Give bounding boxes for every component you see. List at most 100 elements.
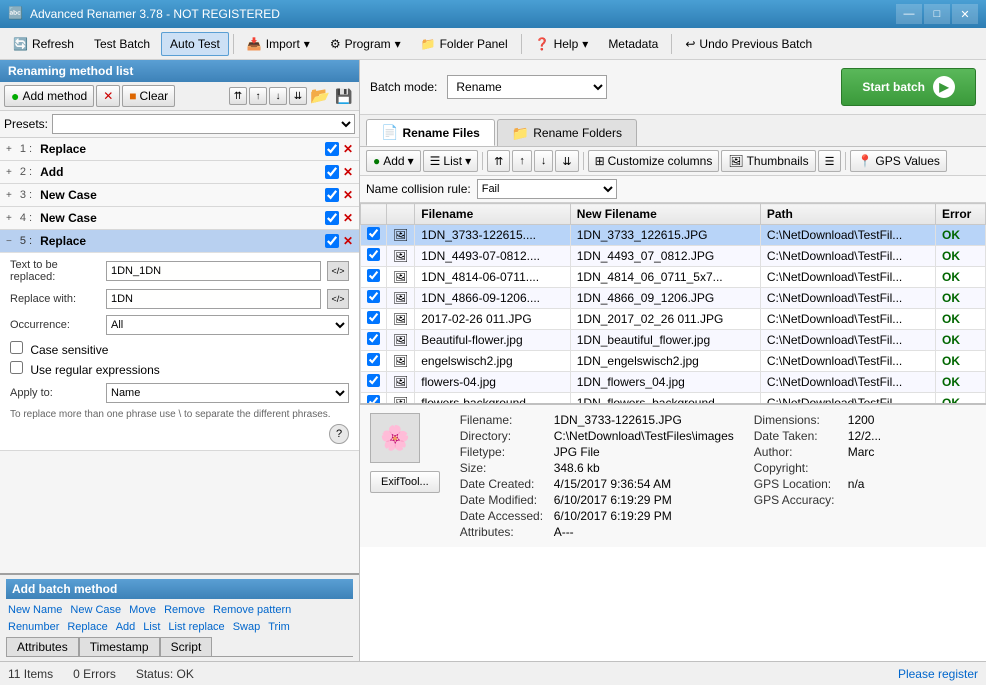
list-replace-link[interactable]: List replace	[166, 620, 226, 634]
help-button[interactable]: ❓ Help ▾	[526, 32, 598, 56]
col-path[interactable]: Path	[760, 204, 935, 225]
case-sensitive-check[interactable]	[10, 341, 23, 354]
help-button-method[interactable]: ?	[329, 424, 349, 444]
method-check-1[interactable]	[325, 142, 339, 156]
list-btn-extra[interactable]: ☰	[818, 150, 842, 172]
method-check-4[interactable]	[325, 211, 339, 225]
tab-rename-folders[interactable]: 📁 Rename Folders	[497, 119, 637, 146]
test-batch-button[interactable]: Test Batch	[85, 32, 159, 56]
new-name-link[interactable]: New Name	[6, 603, 64, 617]
row-check[interactable]	[367, 395, 380, 403]
table-row[interactable]: 🖼 1DN_4814-06-0711.... 1DN_4814_06_0711_…	[361, 267, 986, 288]
method-toggle-2[interactable]: +	[6, 167, 12, 178]
text-replace-code-btn[interactable]: </>	[327, 261, 349, 281]
table-row[interactable]: 🖼 1DN_4866-09-1206.... 1DN_4866_09_1206.…	[361, 288, 986, 309]
method-header-5[interactable]: − 5 : Replace ✕	[0, 230, 359, 252]
swap-link[interactable]: Swap	[231, 620, 263, 634]
method-toggle-4[interactable]: +	[6, 213, 12, 224]
apply-to-select[interactable]: Name	[106, 383, 349, 403]
delete-method-button[interactable]: ✕	[96, 85, 120, 107]
remove-pattern-link[interactable]: Remove pattern	[211, 603, 293, 617]
remove-link[interactable]: Remove	[162, 603, 207, 617]
files-move-bottom-button[interactable]: ⇊	[555, 150, 578, 172]
method-toggle-3[interactable]: +	[6, 190, 12, 201]
exif-tool-button[interactable]: ExifTool...	[370, 471, 440, 493]
start-batch-button[interactable]: Start batch ▶	[841, 68, 976, 106]
method-check-2[interactable]	[325, 165, 339, 179]
move-down-button[interactable]: ↓	[269, 87, 287, 105]
renumber-link[interactable]: Renumber	[6, 620, 61, 634]
new-case-link[interactable]: New Case	[68, 603, 123, 617]
gps-values-button[interactable]: 📍 GPS Values	[850, 150, 946, 172]
table-row[interactable]: 🖼 Beautiful-flower.jpg 1DN_beautiful_flo…	[361, 330, 986, 351]
maximize-button[interactable]: □	[924, 4, 950, 24]
row-check[interactable]	[367, 311, 380, 324]
row-check[interactable]	[367, 353, 380, 366]
method-del-5[interactable]: ✕	[343, 234, 353, 248]
col-error[interactable]: Error	[936, 204, 986, 225]
batch-mode-select[interactable]: Rename	[447, 75, 607, 99]
replace-link[interactable]: Replace	[65, 620, 109, 634]
list-view-button[interactable]: ☰ List ▾	[423, 150, 478, 172]
tab-timestamp[interactable]: Timestamp	[79, 637, 160, 656]
col-filename[interactable]: Filename	[415, 204, 571, 225]
row-check[interactable]	[367, 269, 380, 282]
files-move-up-button[interactable]: ↑	[512, 150, 532, 172]
close-button[interactable]: ✕	[952, 4, 978, 24]
table-row[interactable]: 🖼 1DN_3733-122615.... 1DN_3733_122615.JP…	[361, 225, 986, 246]
row-check[interactable]	[367, 290, 380, 303]
add-link[interactable]: Add	[114, 620, 138, 634]
row-check[interactable]	[367, 332, 380, 345]
presets-select[interactable]	[52, 114, 355, 134]
tab-script[interactable]: Script	[160, 637, 213, 656]
program-button[interactable]: ⚙ Program ▾	[321, 32, 410, 56]
row-check[interactable]	[367, 227, 380, 240]
minimize-button[interactable]: —	[896, 4, 922, 24]
folder-panel-button[interactable]: 📁 Folder Panel	[412, 32, 517, 56]
method-header-2[interactable]: + 2 : Add ✕	[0, 161, 359, 183]
files-move-top-button[interactable]: ⇈	[487, 150, 510, 172]
method-del-4[interactable]: ✕	[343, 211, 353, 225]
row-check[interactable]	[367, 374, 380, 387]
undo-button[interactable]: ↩ Undo Previous Batch	[676, 32, 821, 56]
list-link[interactable]: List	[141, 620, 162, 634]
move-top-button[interactable]: ⇈	[229, 87, 247, 105]
file-table-container[interactable]: Filename New Filename Path Error 🖼 1DN_3…	[360, 203, 986, 403]
table-row[interactable]: 🖼 flowers-background.... 1DN_flowers_bac…	[361, 393, 986, 404]
table-row[interactable]: 🖼 flowers-04.jpg 1DN_flowers_04.jpg C:\N…	[361, 372, 986, 393]
move-bottom-button[interactable]: ⇊	[289, 87, 307, 105]
method-toggle-1[interactable]: +	[6, 144, 12, 155]
move-up-button[interactable]: ↑	[249, 87, 267, 105]
trim-link[interactable]: Trim	[266, 620, 292, 634]
files-move-down-button[interactable]: ↓	[534, 150, 554, 172]
method-header-1[interactable]: + 1 : Replace ✕	[0, 138, 359, 160]
save-preset-button[interactable]: 💾	[333, 85, 355, 107]
refresh-button[interactable]: 🔄 Refresh	[4, 32, 83, 56]
collision-select[interactable]: Fail	[477, 179, 617, 199]
replace-with-input[interactable]	[106, 289, 321, 309]
move-link[interactable]: Move	[127, 603, 158, 617]
metadata-button[interactable]: Metadata	[599, 32, 667, 56]
tab-rename-files[interactable]: 📄 Rename Files	[366, 119, 495, 146]
auto-test-button[interactable]: Auto Test	[161, 32, 229, 56]
occurrence-select[interactable]: All	[106, 315, 349, 335]
load-preset-button[interactable]: 📂	[309, 85, 331, 107]
add-method-button[interactable]: ● Add method	[4, 85, 94, 107]
method-toggle-5[interactable]: −	[6, 236, 12, 247]
regex-check[interactable]	[10, 361, 23, 374]
replace-with-code-btn[interactable]: </>	[327, 289, 349, 309]
col-new-filename[interactable]: New Filename	[570, 204, 760, 225]
register-link[interactable]: Please register	[898, 667, 978, 681]
method-check-5[interactable]	[325, 234, 339, 248]
method-header-3[interactable]: + 3 : New Case ✕	[0, 184, 359, 206]
table-row[interactable]: 🖼 1DN_4493-07-0812.... 1DN_4493_07_0812.…	[361, 246, 986, 267]
customize-columns-button[interactable]: ⊞ Customize columns	[588, 150, 720, 172]
text-replace-input[interactable]	[106, 261, 321, 281]
table-row[interactable]: 🖼 2017-02-26 011.JPG 1DN_2017_02_26 011.…	[361, 309, 986, 330]
add-files-button[interactable]: ● Add ▾	[366, 150, 421, 172]
import-button[interactable]: 📥 Import ▾	[238, 32, 319, 56]
method-header-4[interactable]: + 4 : New Case ✕	[0, 207, 359, 229]
tab-attributes[interactable]: Attributes	[6, 637, 79, 656]
clear-button[interactable]: ■ Clear	[122, 85, 175, 107]
method-del-2[interactable]: ✕	[343, 165, 353, 179]
